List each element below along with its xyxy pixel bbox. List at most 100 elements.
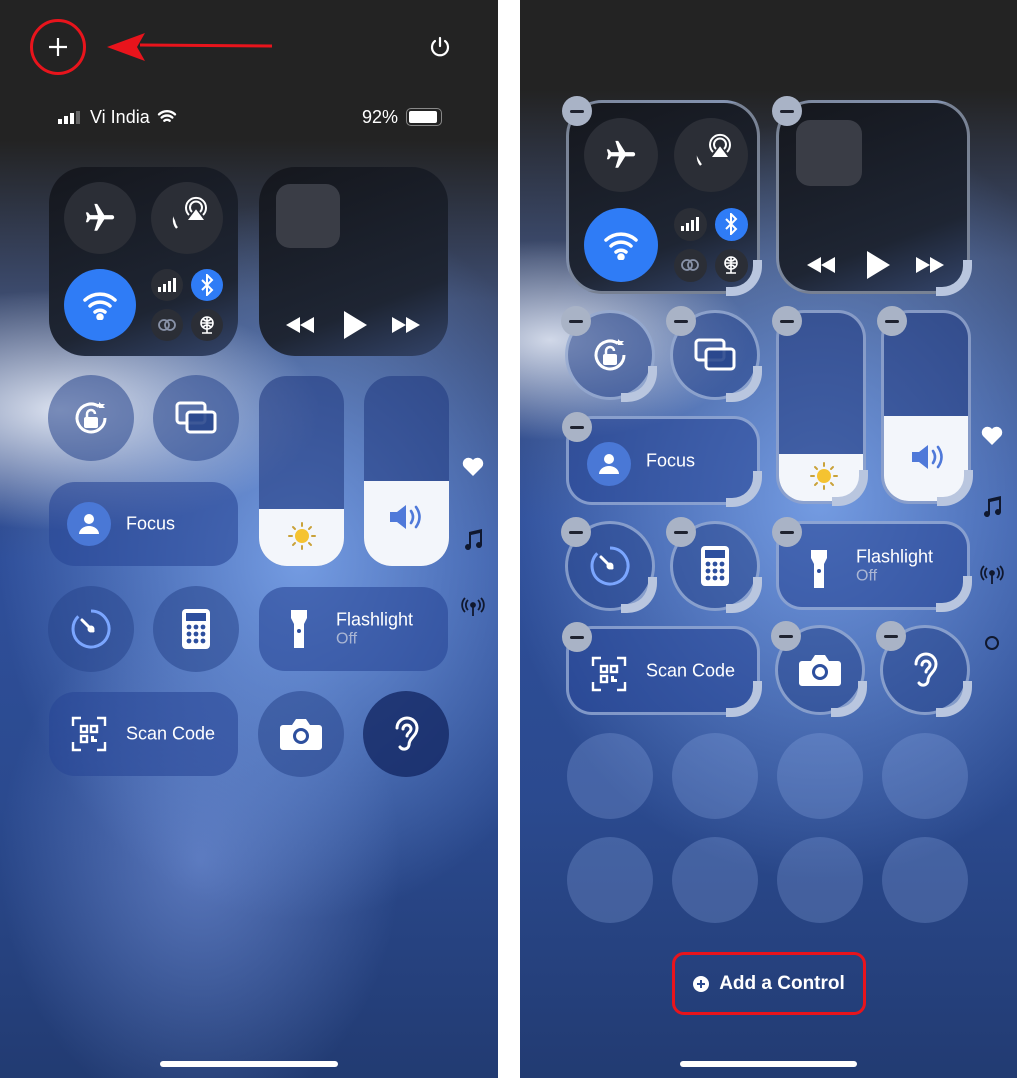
music-page-icon[interactable]	[982, 496, 1002, 518]
airplay-icon	[185, 196, 207, 220]
resize-handle[interactable]	[936, 576, 972, 612]
remove-control-button[interactable]	[772, 306, 802, 336]
add-control-button[interactable]	[30, 19, 86, 75]
bluetooth-button[interactable]	[714, 207, 748, 241]
cellular-data-icon	[158, 278, 176, 292]
page-page-icon[interactable]	[984, 635, 1000, 651]
person-icon	[587, 441, 631, 486]
music-page-icon[interactable]	[463, 529, 483, 551]
qr-icon	[67, 712, 111, 756]
airplane-mode-button[interactable]	[584, 118, 659, 193]
rewind-button[interactable]	[284, 315, 316, 335]
flash-icon	[277, 607, 321, 651]
resize-handle[interactable]	[726, 471, 762, 507]
cellular-data-icon	[681, 217, 700, 232]
remove-control-button[interactable]	[772, 517, 802, 547]
control-center-left: Focus Flashlight Off Scan Code Vi India 92%	[0, 0, 498, 1078]
remove-control-button[interactable]	[877, 306, 907, 336]
connectivity-page-icon[interactable]	[461, 597, 485, 617]
remove-control-button[interactable]	[666, 306, 696, 336]
focus-button[interactable]: Focus	[49, 482, 238, 566]
remove-control-button[interactable]	[562, 622, 592, 652]
remove-control-button[interactable]	[772, 96, 802, 126]
cellular-data-button[interactable]	[673, 207, 707, 241]
timer-icon	[71, 609, 111, 649]
vpn-button[interactable]	[191, 309, 223, 341]
battery-icon	[406, 108, 442, 126]
empty-control-slot[interactable]	[672, 733, 758, 819]
favorites-page-icon[interactable]	[462, 457, 484, 477]
fast-forward-button[interactable]	[390, 315, 422, 335]
power-icon	[430, 36, 450, 57]
empty-control-slot[interactable]	[777, 837, 863, 923]
flashlight-button-state: Off	[336, 630, 358, 648]
empty-control-slot[interactable]	[882, 733, 968, 819]
bluetooth-button[interactable]	[191, 269, 223, 301]
remove-control-button[interactable]	[562, 96, 592, 126]
resize-handle[interactable]	[936, 681, 972, 717]
hearing-button[interactable]	[363, 691, 449, 777]
personal-hotspot-icon	[681, 259, 700, 272]
home-indicator[interactable]	[680, 1061, 857, 1067]
resize-handle[interactable]	[726, 260, 762, 296]
flashlight-button[interactable]: Flashlight Off	[259, 587, 448, 671]
flashlight-button-label: Flashlight	[856, 546, 934, 566]
favorites-page-icon[interactable]	[981, 426, 1003, 446]
resize-handle[interactable]	[621, 366, 657, 402]
wifi-button[interactable]	[584, 207, 659, 282]
battery-percent: 92%	[361, 106, 398, 127]
add-a-control-button[interactable]: Add a Control	[672, 952, 866, 1015]
remove-control-button[interactable]	[561, 306, 591, 336]
camera-button[interactable]	[258, 691, 344, 777]
person-icon	[67, 502, 111, 546]
personal-hotspot-icon	[158, 319, 176, 331]
airplay-icon	[708, 133, 731, 158]
empty-control-slot[interactable]	[672, 837, 758, 923]
remove-control-button[interactable]	[561, 517, 591, 547]
power-button[interactable]	[429, 36, 451, 58]
album-artwork	[796, 120, 863, 187]
flashlight-button-label: Flashlight	[336, 609, 414, 630]
airplay-button[interactable]	[172, 185, 220, 233]
cellular-data-button[interactable]	[151, 269, 183, 301]
resize-handle[interactable]	[726, 681, 762, 717]
screen-mirroring-button[interactable]	[153, 375, 239, 461]
camera-icon	[280, 719, 322, 750]
resize-handle[interactable]	[831, 681, 867, 717]
rewind-button[interactable]	[805, 255, 837, 275]
scan-code-button[interactable]: Scan Code	[49, 692, 238, 776]
empty-control-slot[interactable]	[567, 837, 653, 923]
personal-hotspot-button[interactable]	[673, 248, 707, 282]
resize-handle[interactable]	[621, 577, 657, 613]
resize-handle[interactable]	[936, 260, 972, 296]
wifi-status-icon	[157, 110, 176, 122]
calculator-button[interactable]	[153, 586, 239, 672]
focus-button-text: Focus	[646, 450, 695, 471]
remove-control-button[interactable]	[876, 621, 906, 651]
resize-handle[interactable]	[726, 577, 762, 613]
remove-control-button[interactable]	[666, 517, 696, 547]
airplane-mode-button[interactable]	[64, 182, 136, 254]
focus-button-label: Focus	[646, 450, 696, 470]
remove-control-button[interactable]	[771, 621, 801, 651]
volume-slider[interactable]	[364, 376, 449, 566]
empty-control-slot[interactable]	[567, 733, 653, 819]
play-button[interactable]	[342, 310, 368, 340]
plus-circle-icon	[693, 975, 710, 992]
resize-handle[interactable]	[726, 366, 762, 402]
orientation-lock-button[interactable]	[48, 375, 134, 461]
wifi-icon	[83, 292, 117, 320]
empty-control-slot[interactable]	[777, 733, 863, 819]
connectivity-page-icon[interactable]	[980, 565, 1004, 585]
home-indicator[interactable]	[160, 1061, 338, 1067]
play-button[interactable]	[865, 250, 891, 280]
personal-hotspot-button[interactable]	[151, 309, 183, 341]
wifi-button[interactable]	[64, 269, 136, 341]
remove-control-button[interactable]	[562, 412, 592, 442]
airplay-button[interactable]	[695, 121, 745, 171]
timer-button[interactable]	[48, 586, 134, 672]
brightness-slider[interactable]	[259, 376, 344, 566]
empty-control-slot[interactable]	[882, 837, 968, 923]
qr-icon	[587, 652, 631, 696]
mirror-icon	[175, 401, 217, 434]
